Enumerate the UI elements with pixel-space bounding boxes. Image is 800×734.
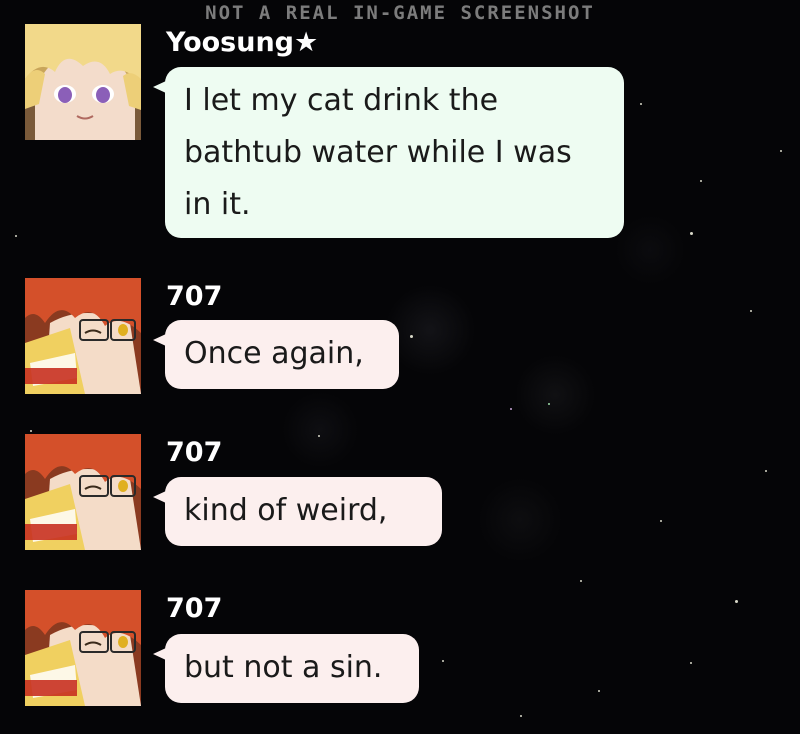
star (660, 520, 662, 522)
message-text: kind of weird, (184, 493, 388, 528)
message-text: Once again, (184, 336, 364, 371)
star (30, 430, 32, 432)
star (700, 180, 702, 182)
star (520, 715, 522, 717)
message-bubble[interactable]: Once again, (153, 320, 399, 389)
star (318, 435, 320, 437)
star (750, 310, 752, 312)
star (580, 580, 582, 582)
sender-name: 707 (166, 437, 223, 468)
star (690, 662, 692, 664)
707-avatar-icon (25, 278, 141, 394)
avatar[interactable] (25, 24, 141, 140)
star (548, 403, 550, 405)
star (690, 232, 693, 235)
sender-name: 707 (166, 281, 223, 312)
star (410, 335, 413, 338)
message-bubble[interactable]: I let my cat drink the bathtub water whi… (153, 67, 624, 238)
707-avatar-icon (25, 434, 141, 550)
star (735, 600, 738, 603)
star (780, 150, 782, 152)
star (510, 408, 512, 410)
star (15, 235, 17, 237)
message-text: but not a sin. (184, 650, 383, 685)
star (598, 690, 600, 692)
star (765, 470, 767, 472)
sender-name: 707 (166, 593, 223, 624)
avatar[interactable] (25, 590, 141, 706)
yoosung-avatar-icon (25, 24, 141, 140)
707-avatar-icon (25, 590, 141, 706)
message-text: I let my cat drink the bathtub water whi… (184, 83, 572, 222)
sender-name: Yoosung★ (166, 27, 319, 58)
message-bubble[interactable]: kind of weird, (153, 477, 442, 546)
avatar[interactable] (25, 434, 141, 550)
avatar[interactable] (25, 278, 141, 394)
star (640, 103, 642, 105)
star (442, 660, 444, 662)
message-bubble[interactable]: but not a sin. (153, 634, 419, 703)
watermark-text: NOT A REAL IN-GAME SCREENSHOT (205, 2, 595, 24)
